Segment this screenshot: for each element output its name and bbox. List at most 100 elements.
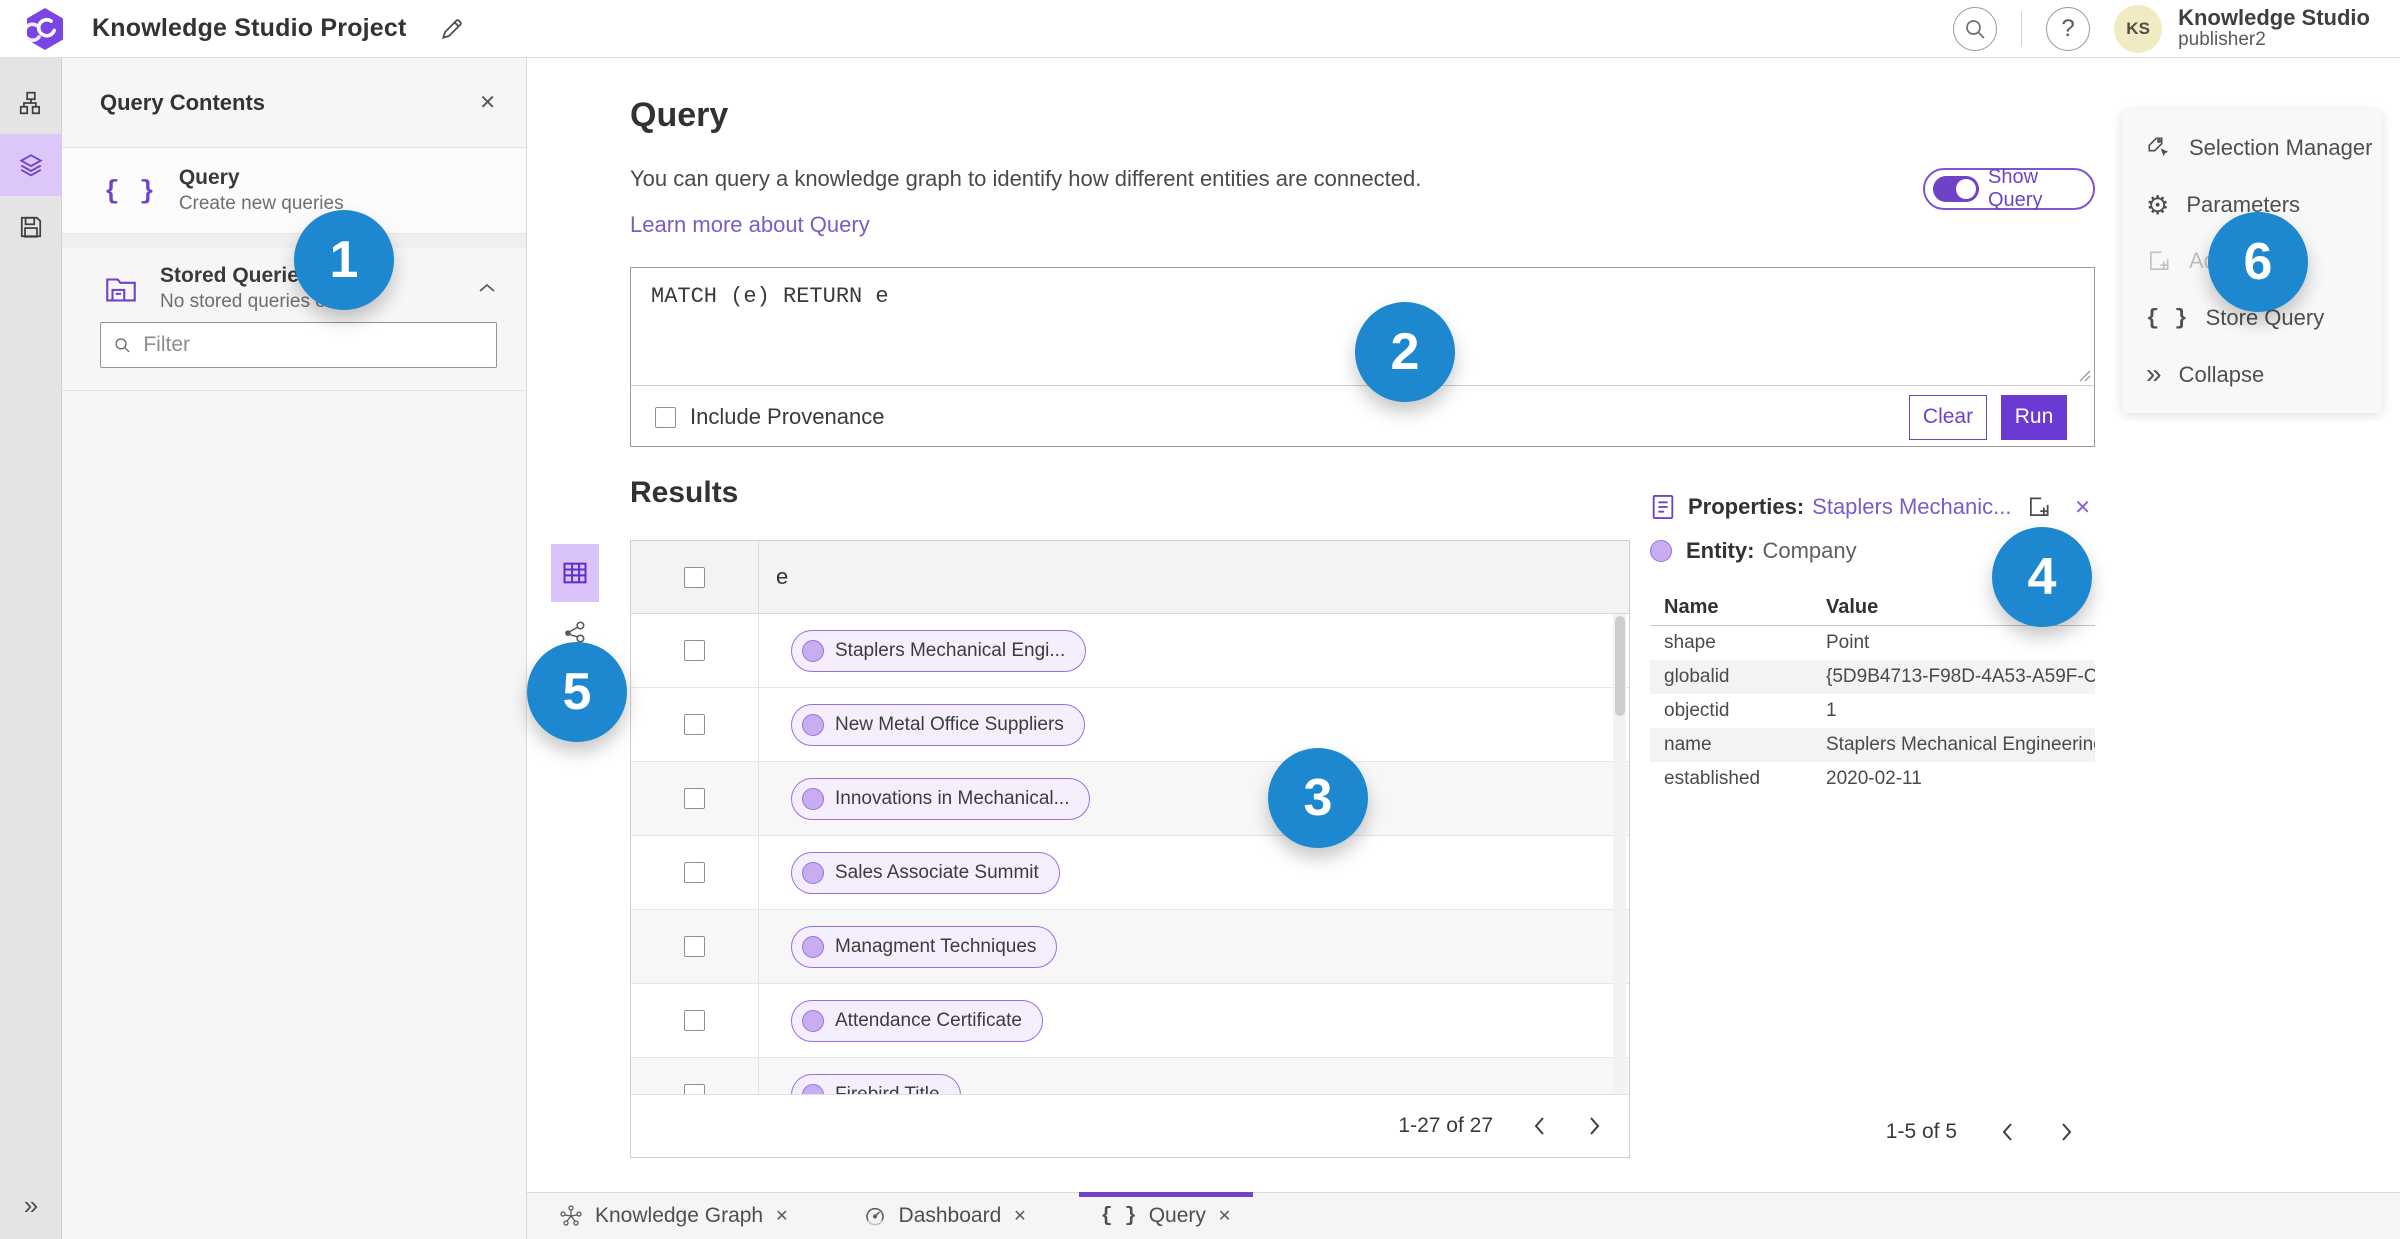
query-heading: Query — [630, 96, 729, 134]
entity-dot-icon — [1650, 540, 1672, 562]
entity-chip[interactable]: Attendance Certificate — [791, 999, 1043, 1042]
include-provenance-checkbox[interactable] — [655, 406, 676, 428]
braces-icon: { } — [2146, 305, 2189, 331]
next-page-button[interactable] — [1585, 1114, 1605, 1138]
table-row: Firebird Title — [631, 1058, 1629, 1095]
main-content: Query You can query a knowledge graph to… — [527, 58, 2400, 1192]
layers-icon — [19, 154, 43, 177]
row-checkbox[interactable] — [684, 640, 705, 661]
gear-icon: ⚙ — [2146, 189, 2170, 220]
table-row: Sales Associate Summit — [631, 836, 1629, 910]
table-scrollbar[interactable] — [1613, 614, 1626, 1095]
user-menu[interactable]: Knowledge Studio publisher2 — [2178, 5, 2370, 51]
chevron-right-icon — [2062, 1123, 2072, 1141]
panel-item-query[interactable]: { } Query Create new queries — [62, 148, 526, 234]
entity-type: Company — [1762, 538, 1857, 563]
entity-chip[interactable]: Innovations in Mechanical... — [791, 777, 1091, 820]
entity-dot-icon — [802, 787, 824, 810]
filter-field — [100, 322, 497, 368]
table-body: Staplers Mechanical Engi... New Metal Of… — [631, 614, 1629, 1095]
next-page-button[interactable] — [2057, 1120, 2077, 1144]
search-icon — [1966, 19, 1985, 39]
table-header-row: e — [631, 541, 1629, 614]
scrollbar-thumb[interactable] — [1614, 616, 1625, 716]
tab-label: Knowledge Graph — [595, 1204, 764, 1227]
row-checkbox[interactable] — [684, 1010, 705, 1031]
bottom-tab-bar: Knowledge Graph ✕ Dashboard ✕ { } Query … — [527, 1192, 2400, 1239]
table-row: Managment Techniques — [631, 910, 1629, 984]
section-divider — [62, 234, 526, 248]
clear-button[interactable]: Clear — [1909, 394, 1987, 440]
entity-chip[interactable]: Sales Associate Summit — [791, 851, 1060, 894]
tab-label: Dashboard — [898, 1204, 1002, 1227]
table-icon — [563, 562, 587, 584]
annotation-badge-5: 5 — [527, 642, 627, 742]
learn-more-link[interactable]: Learn more about Query — [630, 212, 870, 238]
tab-knowledge-graph[interactable]: Knowledge Graph ✕ — [537, 1193, 811, 1239]
chevron-up-icon[interactable] — [478, 282, 496, 294]
help-button[interactable]: ? — [2046, 6, 2091, 51]
prev-page-button[interactable] — [1997, 1120, 2017, 1144]
add-to-map-icon — [2030, 497, 2049, 516]
save-icon — [20, 216, 42, 238]
query-contents-panel: Query Contents ✕ { } Query Create new qu… — [62, 58, 527, 1239]
top-app-bar: Knowledge Studio Project ? KS Knowledge … — [0, 0, 2400, 58]
table-row: Staplers Mechanical Engi... — [631, 614, 1629, 688]
table-row: Attendance Certificate — [631, 984, 1629, 1058]
entity-label: Entity: — [1686, 538, 1755, 563]
chevron-left-icon — [1534, 1117, 1544, 1135]
annotation-badge-2: 2 — [1355, 302, 1455, 402]
table-row: Innovations in Mechanical... — [631, 762, 1629, 836]
menu-item-collapse[interactable]: » Collapse — [2122, 349, 2382, 401]
menu-item-selection-manager[interactable]: Selection Manager — [2122, 122, 2382, 174]
results-table: e Staplers Mechanical Engi... New Metal … — [630, 540, 1630, 1158]
row-checkbox[interactable] — [684, 788, 705, 809]
rail-item-schema[interactable] — [0, 72, 62, 134]
show-query-toggle[interactable]: Show Query — [1923, 166, 2095, 211]
prev-page-button[interactable] — [1529, 1114, 1549, 1138]
edit-title-button[interactable] — [437, 14, 467, 44]
tab-query[interactable]: { } Query ✕ — [1078, 1192, 1254, 1239]
panel-title: Query Contents — [100, 89, 266, 115]
entity-chip[interactable]: Firebird Title — [791, 1073, 961, 1095]
row-checkbox[interactable] — [684, 714, 705, 735]
entity-chip[interactable]: Staplers Mechanical Engi... — [791, 629, 1087, 672]
close-panel-icon[interactable]: ✕ — [479, 90, 496, 115]
search-button[interactable] — [1953, 6, 1998, 51]
filter-input[interactable] — [143, 333, 484, 357]
close-tab-icon[interactable]: ✕ — [775, 1206, 788, 1226]
tab-dashboard[interactable]: Dashboard ✕ — [841, 1193, 1049, 1239]
property-row: shape Point — [1664, 632, 1870, 653]
dashboard-icon — [865, 1207, 884, 1226]
pencil-icon — [441, 18, 462, 39]
expand-rail-button[interactable]: » — [0, 1185, 62, 1225]
row-checkbox[interactable] — [684, 862, 705, 883]
rail-item-save[interactable] — [0, 196, 62, 258]
user-role: publisher2 — [2178, 29, 2266, 51]
rail-item-layers[interactable] — [0, 134, 62, 196]
table-view-button[interactable] — [551, 544, 599, 602]
pagination-range: 1-5 of 5 — [1885, 1120, 1957, 1143]
run-button[interactable]: Run — [2001, 394, 2067, 440]
avatar[interactable]: KS — [2114, 4, 2163, 53]
row-checkbox[interactable] — [684, 936, 705, 957]
panel-divider — [62, 390, 526, 391]
entity-chip[interactable]: New Metal Office Suppliers — [791, 703, 1085, 746]
annotation-badge-6: 6 — [2208, 212, 2308, 312]
properties-header: Properties: Staplers Mechanic... ✕ — [1650, 490, 2095, 524]
add-to-map-button[interactable] — [2026, 494, 2052, 520]
select-all-checkbox[interactable] — [684, 566, 705, 588]
close-tab-icon[interactable]: ✕ — [1218, 1206, 1231, 1226]
left-icon-rail: » — [0, 58, 62, 1239]
table-pagination: 1-27 of 27 — [631, 1094, 1629, 1157]
chevron-right-icon — [1590, 1117, 1600, 1135]
properties-entity-link[interactable]: Staplers Mechanic... — [1812, 494, 2011, 520]
resize-grip-icon[interactable] — [2077, 368, 2091, 382]
page-title: Knowledge Studio Project — [92, 14, 407, 42]
entity-chip[interactable]: Managment Techniques — [791, 925, 1058, 968]
close-tab-icon[interactable]: ✕ — [1013, 1206, 1026, 1226]
close-properties-icon[interactable]: ✕ — [2074, 495, 2091, 520]
query-description: You can query a knowledge graph to ident… — [630, 166, 1422, 191]
collapse-icon: » — [2146, 358, 2162, 390]
knowledge-graph-icon — [560, 1205, 582, 1226]
